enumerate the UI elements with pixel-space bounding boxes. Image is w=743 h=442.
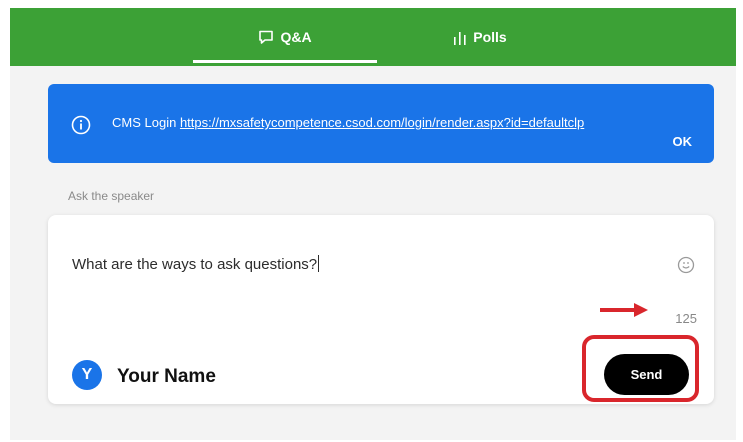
tab-polls-label: Polls xyxy=(473,29,507,45)
question-text: What are the ways to ask questions? xyxy=(72,256,318,273)
ask-speaker-label: Ask the speaker xyxy=(68,189,155,203)
top-tab-bar: Q&A Polls xyxy=(10,8,736,66)
tab-qa-label: Q&A xyxy=(280,29,312,45)
user-name: Your Name xyxy=(117,366,216,387)
active-tab-indicator xyxy=(193,60,377,63)
smiley-icon[interactable] xyxy=(677,256,695,274)
banner-message: CMS Login https://mxsafetycompetence.cso… xyxy=(112,115,584,130)
banner-ok-button[interactable]: OK xyxy=(673,134,693,149)
announcement-banner: CMS Login https://mxsafetycompetence.cso… xyxy=(48,84,714,163)
banner-label: CMS Login xyxy=(112,115,177,130)
bar-chart-icon xyxy=(453,30,467,45)
send-button[interactable]: Send xyxy=(604,354,689,395)
avatar: Y xyxy=(72,360,102,390)
qa-panel: Q&A Polls CMS Login https://mxsafetycomp… xyxy=(10,8,736,440)
question-card: What are the ways to ask questions? 125 … xyxy=(48,215,714,404)
tab-polls[interactable]: Polls xyxy=(390,8,570,66)
tab-qa[interactable]: Q&A xyxy=(194,8,376,66)
character-count: 125 xyxy=(675,311,697,326)
info-icon xyxy=(71,115,91,135)
red-arrow-icon xyxy=(600,302,650,318)
question-input[interactable]: What are the ways to ask questions? xyxy=(72,255,320,273)
chat-bubble-icon xyxy=(258,30,274,45)
cms-login-link[interactable]: https://mxsafetycompetence.csod.com/logi… xyxy=(180,115,584,130)
text-caret xyxy=(318,255,320,272)
